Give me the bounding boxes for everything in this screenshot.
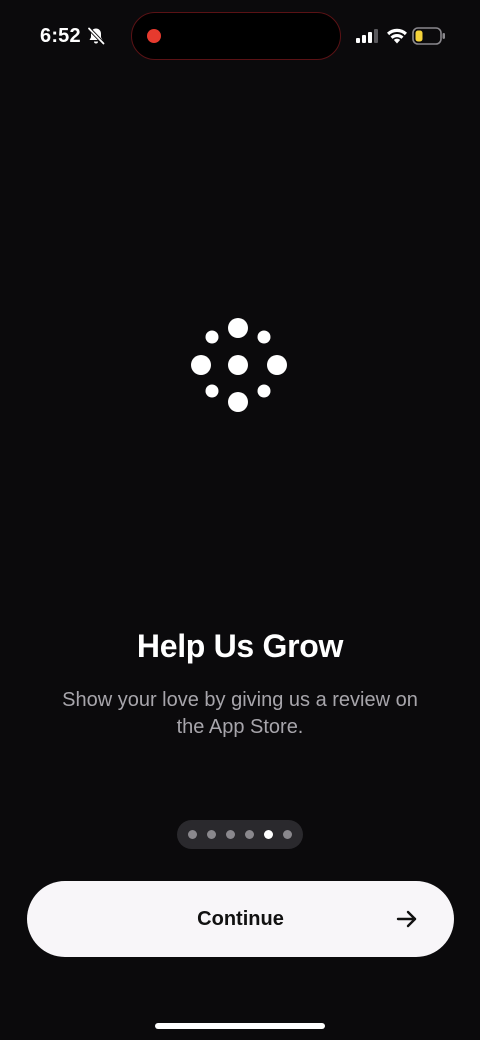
page-dot[interactable]: [207, 830, 216, 839]
wifi-icon: [387, 28, 407, 44]
status-time: 6:52: [40, 25, 81, 47]
page-dot[interactable]: [226, 830, 235, 839]
page-subtitle: Show your love by giving us a review on …: [62, 689, 418, 738]
continue-button[interactable]: Continue: [27, 881, 454, 957]
recording-indicator: [147, 29, 161, 43]
bell-slash-icon: [87, 27, 105, 45]
arrow-right-icon: [396, 910, 417, 928]
cellular-signal-icon: [356, 29, 378, 43]
continue-button-label: Continue: [197, 908, 284, 930]
dots-spinner-icon: [191, 318, 287, 412]
dynamic-island: [131, 12, 341, 60]
page-dot[interactable]: [245, 830, 254, 839]
home-indicator[interactable]: [155, 1023, 325, 1029]
page-indicator[interactable]: [177, 820, 303, 849]
page-dot[interactable]: [283, 830, 292, 839]
page-dot[interactable]: [264, 830, 273, 839]
battery-low-icon: [412, 27, 445, 45]
page-title: Help Us Grow: [136, 628, 344, 664]
status-bar: 6:52: [0, 0, 480, 72]
page-dot[interactable]: [188, 830, 197, 839]
